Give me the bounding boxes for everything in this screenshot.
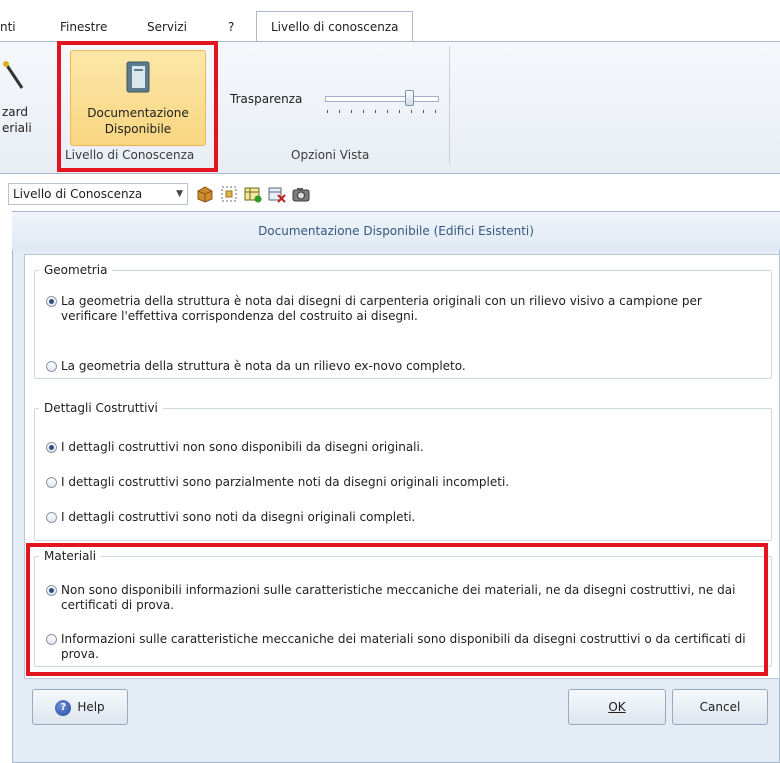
wand-icon [3, 61, 24, 89]
geometria-option-2-label: La geometria della struttura è nota da u… [61, 359, 466, 373]
combo-value: Livello di Conoscenza [13, 187, 143, 201]
table-delete-icon[interactable] [268, 185, 286, 203]
tab-servizi[interactable]: Servizi [147, 20, 187, 34]
geometria-option-2[interactable]: La geometria della struttura è nota da u… [46, 359, 758, 374]
dettagli-option-1-label: I dettagli costruttivi non sono disponib… [61, 440, 424, 454]
wizard-label-line2: eriali [2, 121, 32, 135]
legend-geometria: Geometria [44, 263, 108, 277]
slider-track [325, 96, 439, 102]
radio-button[interactable] [46, 361, 57, 372]
geometria-option-1[interactable]: La geometria della struttura è nota dai … [46, 294, 758, 324]
camera-icon[interactable] [292, 185, 310, 203]
trasparenza-slider[interactable] [325, 90, 445, 120]
trasparenza-label: Trasparenza [230, 92, 303, 106]
highlight-box-materiali [26, 543, 768, 676]
legend-dettagli: Dettagli Costruttivi [44, 401, 158, 415]
ribbon-tab-bar: nti Finestre Servizi ? Livello di conosc… [0, 0, 780, 42]
ok-button[interactable]: OK [568, 689, 666, 725]
radio-button-selected[interactable] [46, 296, 57, 307]
help-icon: ? [55, 699, 72, 716]
radio-button[interactable] [46, 512, 57, 523]
wizard-label-line1: zard [2, 105, 28, 119]
tab-finestre[interactable]: Finestre [60, 20, 107, 34]
tab-partial[interactable]: nti [0, 20, 16, 34]
livello-conoscenza-combo[interactable]: Livello di Conoscenza ▼ [8, 183, 188, 205]
table-add-icon[interactable] [244, 185, 262, 203]
help-button-label: Help [77, 700, 105, 714]
radio-button-selected[interactable] [46, 442, 57, 453]
dettagli-option-3-label: I dettagli costruttivi sono noti da dise… [61, 510, 416, 524]
group-label-opzioni-vista: Opzioni Vista [291, 148, 370, 162]
dettagli-option-2-label: I dettagli costruttivi sono parzialmente… [61, 475, 510, 489]
box-icon[interactable] [196, 185, 214, 203]
dettagli-option-2[interactable]: I dettagli costruttivi sono parzialmente… [46, 475, 758, 490]
tab-livello-di-conoscenza[interactable]: Livello di conoscenza [256, 11, 414, 41]
dettagli-option-3[interactable]: I dettagli costruttivi sono noti da dise… [46, 510, 758, 525]
cancel-button-label: Cancel [699, 700, 741, 714]
tab-help[interactable]: ? [228, 20, 234, 34]
dettagli-option-1[interactable]: I dettagli costruttivi non sono disponib… [46, 440, 758, 455]
slider-ticks [327, 110, 437, 113]
wizard-materiali-button[interactable]: zard eriali [0, 50, 50, 146]
toolbar: Livello di Conoscenza ▼ [0, 175, 780, 211]
highlight-box-ribbon [57, 41, 218, 172]
ribbon-group-separator-2 [449, 46, 450, 164]
ok-button-label: OK [608, 700, 626, 714]
cancel-button[interactable]: Cancel [672, 689, 768, 725]
geometria-option-1-label: La geometria della struttura è nota dai … [61, 294, 702, 323]
help-button[interactable]: ? Help [32, 689, 128, 725]
chevron-down-icon[interactable]: ▼ [176, 184, 183, 204]
dialog-title: Documentazione Disponibile (Edifici Esis… [12, 212, 780, 250]
slider-thumb[interactable] [405, 90, 414, 106]
frame-select-icon[interactable] [220, 185, 238, 203]
radio-button[interactable] [46, 477, 57, 488]
